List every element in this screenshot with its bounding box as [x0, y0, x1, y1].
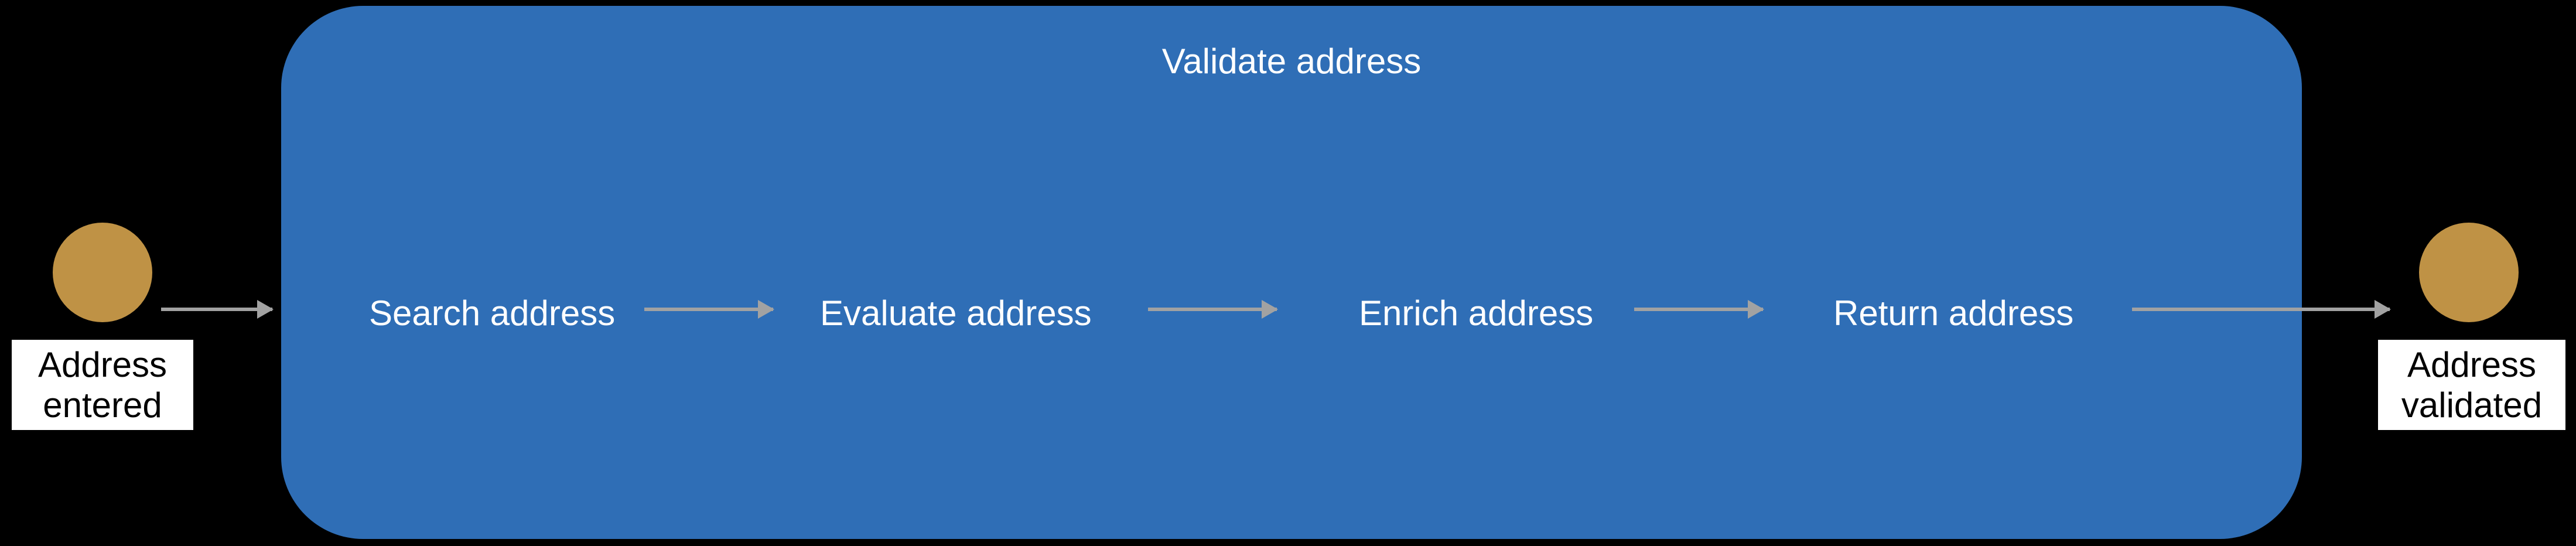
start-event-circle — [53, 223, 152, 322]
start-event-label: Address entered — [12, 340, 193, 430]
end-event-label: Address validated — [2378, 340, 2565, 430]
arrow-step4-to-end — [2132, 308, 2390, 311]
validate-address-container: Validate address — [281, 6, 2302, 539]
arrow-step1-to-step2 — [644, 308, 773, 311]
end-event-circle — [2419, 223, 2519, 322]
step-search-address: Search address — [369, 293, 615, 333]
step-evaluate-address: Evaluate address — [820, 293, 1092, 333]
end-label-line2: validated — [2401, 385, 2542, 425]
start-label-line1: Address — [38, 345, 167, 384]
step-return-address: Return address — [1833, 293, 2073, 333]
start-label-line2: entered — [43, 385, 162, 425]
container-title: Validate address — [1162, 41, 1422, 81]
arrow-step3-to-step4 — [1634, 308, 1763, 311]
step-enrich-address: Enrich address — [1359, 293, 1593, 333]
end-label-line1: Address — [2407, 345, 2536, 384]
arrow-step2-to-step3 — [1148, 308, 1277, 311]
arrow-start-to-step1 — [161, 308, 272, 311]
